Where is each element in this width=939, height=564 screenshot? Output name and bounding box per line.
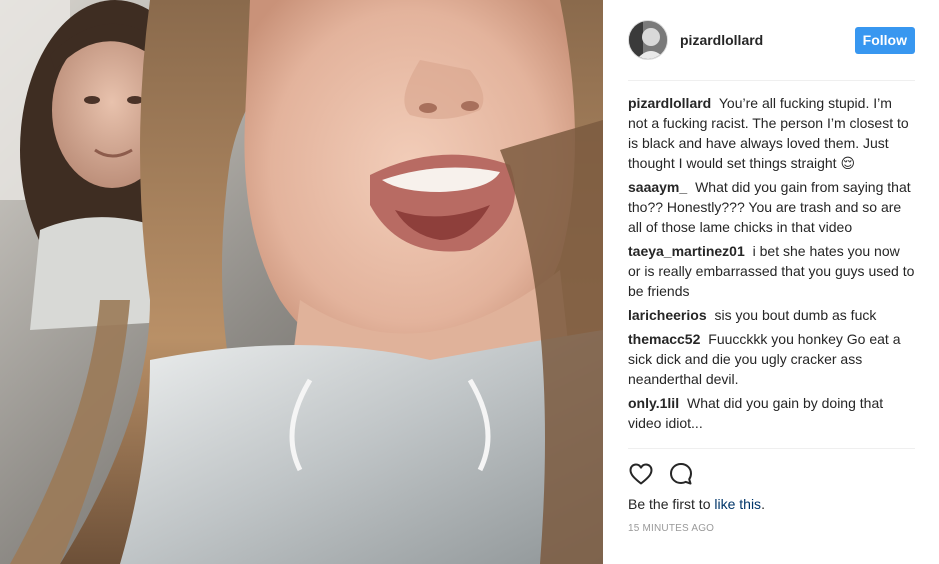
comment-bubble-icon[interactable]	[668, 461, 694, 487]
post-username[interactable]: pizardlollard	[680, 32, 855, 48]
comment-item: pizardlollard You’re all fucking stupid.…	[628, 93, 915, 173]
video-frame-image	[0, 0, 603, 564]
comment-item: only.1lil What did you gain by doing tha…	[628, 393, 915, 433]
avatar[interactable]	[628, 20, 668, 60]
comment-item: taeya_martinez01 i bet she hates you now…	[628, 241, 915, 301]
comment-item: laricheerios sis you bout dumb as fuck	[628, 305, 915, 325]
action-bar	[628, 449, 915, 495]
comment-author[interactable]: laricheerios	[628, 307, 707, 323]
post-header: pizardlollard Follow	[628, 0, 915, 81]
heart-icon[interactable]	[628, 461, 654, 487]
comment-author[interactable]: pizardlollard	[628, 95, 711, 111]
post-video[interactable]	[0, 0, 603, 564]
comment-author[interactable]: saaaym_	[628, 179, 687, 195]
avatar-image	[629, 21, 667, 59]
comment-author[interactable]: taeya_martinez01	[628, 243, 745, 259]
instagram-post: pizardlollard Follow pizardlollard You’r…	[0, 0, 939, 564]
likes-prefix: Be the first to	[628, 496, 715, 512]
comment-item: themacc52 Fuucckkk you honkey Go eat a s…	[628, 329, 915, 389]
post-sidebar: pizardlollard Follow pizardlollard You’r…	[603, 0, 939, 564]
comment-list: pizardlollard You’re all fucking stupid.…	[628, 81, 915, 449]
likes-summary: Be the first to like this.	[628, 495, 915, 513]
likes-suffix: .	[761, 496, 765, 512]
follow-button[interactable]: Follow	[854, 26, 915, 54]
like-this-link[interactable]: like this	[714, 496, 761, 512]
post-timestamp[interactable]: 15 MINUTES AGO	[628, 523, 915, 534]
comment-author[interactable]: only.1lil	[628, 395, 679, 411]
comment-author[interactable]: themacc52	[628, 331, 700, 347]
comment-text: sis you bout dumb as fuck	[714, 307, 877, 323]
comment-item: saaaym_ What did you gain from saying th…	[628, 177, 915, 237]
